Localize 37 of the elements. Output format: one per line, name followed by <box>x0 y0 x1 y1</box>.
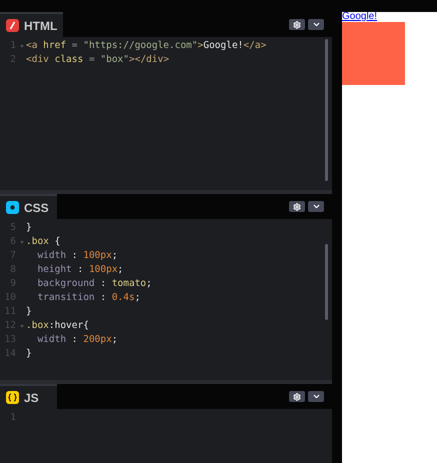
code-line: } <box>26 221 32 235</box>
chevron-icon <box>312 20 320 29</box>
scrollbar-thumb[interactable] <box>325 39 328 181</box>
code-line: } <box>26 347 32 361</box>
collapse-button[interactable] <box>308 201 324 212</box>
settings-icon <box>293 20 301 28</box>
editor-title: CSS <box>24 200 49 216</box>
tomato-box <box>342 22 405 85</box>
code-line: <div class = "box"></div> <box>26 53 170 67</box>
scrollbar-thumb[interactable] <box>325 244 328 320</box>
code-line: transition : 0.4s; <box>36 291 140 305</box>
code-line: background : tomato; <box>36 277 152 291</box>
preview-link[interactable]: Google! <box>342 12 437 22</box>
chevron-icon <box>312 202 320 211</box>
settings-button[interactable] <box>289 391 305 402</box>
settings-button[interactable] <box>289 19 305 30</box>
editor-tab[interactable]: JS <box>0 384 57 409</box>
code-line: .box { <box>26 235 60 249</box>
settings-button[interactable] <box>289 201 305 212</box>
code-line: } <box>26 305 32 319</box>
code-line: .box:hover{ <box>26 319 89 333</box>
chevron-icon <box>312 392 320 401</box>
code-line: <a href = "https://google.com">Google!</a> <box>26 39 266 53</box>
asterisk-icon <box>6 201 19 214</box>
collapse-button[interactable] <box>308 391 324 402</box>
collapse-button[interactable] <box>308 19 324 30</box>
editor-tab[interactable]: HTML <box>0 12 64 37</box>
settings-icon <box>293 202 301 210</box>
editor-title: JS <box>24 390 39 406</box>
editor-tab[interactable]: CSS <box>0 194 57 219</box>
code-line: width : 200px; <box>36 333 118 347</box>
code-line: height : 100px; <box>36 263 124 277</box>
slash-icon <box>6 19 19 32</box>
editor-title: HTML <box>24 18 58 34</box>
code-line: width : 100px; <box>36 249 118 263</box>
settings-icon <box>293 392 301 400</box>
braces-icon <box>6 391 19 404</box>
